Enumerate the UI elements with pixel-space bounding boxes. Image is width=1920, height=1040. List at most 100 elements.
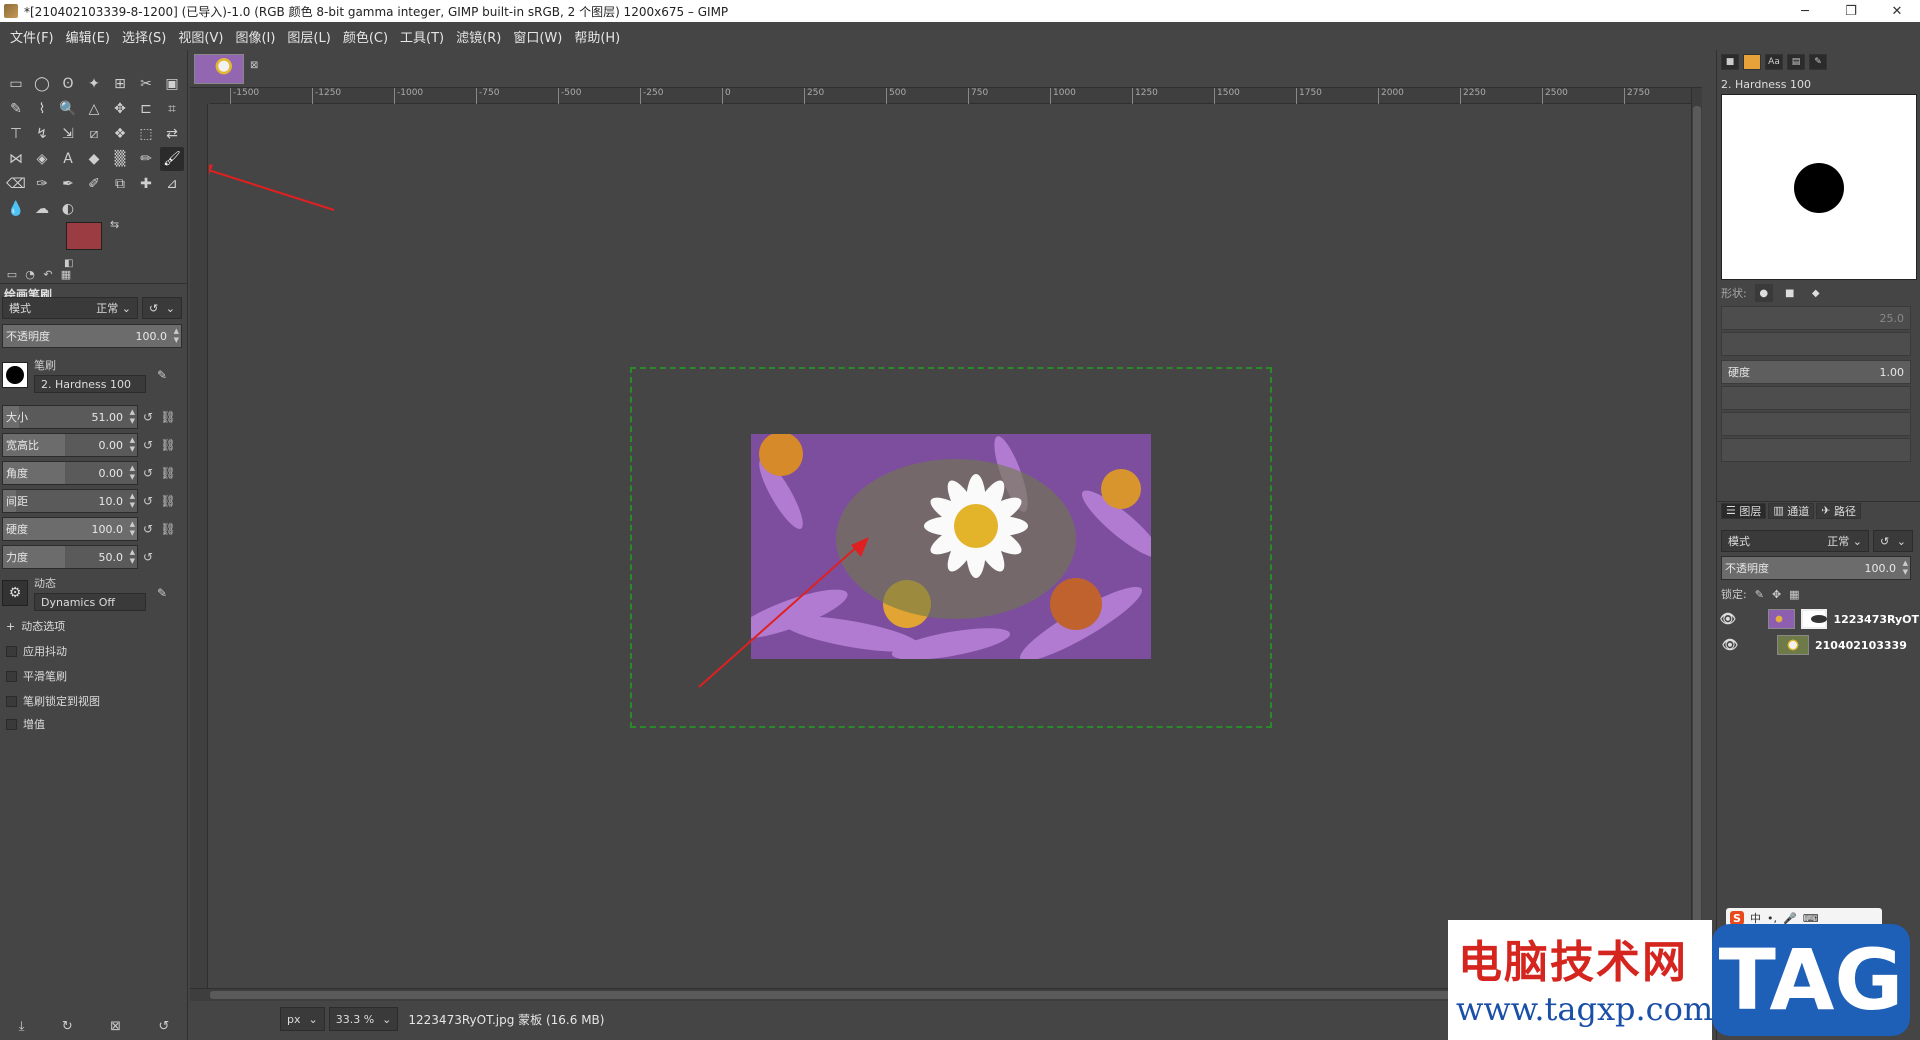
- reset-spacing-icon[interactable]: ↺: [138, 489, 158, 513]
- cage-tool-icon[interactable]: ❖: [108, 122, 132, 146]
- restore-options-icon[interactable]: ↻: [62, 1019, 73, 1034]
- heal-tool-icon[interactable]: ✚: [134, 172, 158, 196]
- force-spin[interactable]: 力度 50.0 ▲ ▼: [2, 545, 138, 569]
- eraser-tool-icon[interactable]: ⌫: [4, 172, 28, 196]
- handle-transform-tool-icon[interactable]: ⇲: [56, 122, 80, 146]
- hardness-editor-spin[interactable]: 硬度 1.00: [1721, 360, 1911, 384]
- shear-tool-icon[interactable]: ⧄: [82, 122, 106, 146]
- paintbrush-tool-icon[interactable]: 🖌: [160, 147, 184, 171]
- incremental-checkbox[interactable]: [6, 718, 17, 730]
- mypaint-tool-icon[interactable]: ✐: [82, 172, 106, 196]
- fonts-tab-icon[interactable]: Aa: [1765, 54, 1783, 70]
- fill-tool-icon[interactable]: ◆: [82, 147, 106, 171]
- rect-select-tool-icon[interactable]: ▭: [4, 72, 28, 96]
- layer-opacity-spin[interactable]: 不透明度 100.0 ▲ ▼: [1721, 556, 1911, 580]
- link-size-icon[interactable]: ⛓: [158, 405, 178, 429]
- brush-name-field[interactable]: 2. Hardness 100: [34, 375, 146, 393]
- spin-arrows-icon[interactable]: ▲ ▼: [130, 520, 135, 538]
- visibility-eye-icon[interactable]: 👁: [1719, 612, 1737, 627]
- link-spacing-icon[interactable]: ⛓: [158, 489, 178, 513]
- spin-arrows-icon[interactable]: ▲ ▼: [130, 408, 135, 426]
- minimize-button[interactable]: ─: [1782, 0, 1828, 22]
- layer-row[interactable]: 👁 1223473RyOT: [1719, 608, 1919, 630]
- reset-options-icon[interactable]: ↺: [158, 1019, 169, 1034]
- tool-options-tab-icon[interactable]: ▭: [4, 268, 20, 282]
- reset-force-icon[interactable]: ↺: [138, 545, 158, 569]
- visibility-eye-icon[interactable]: 👁: [1719, 638, 1741, 653]
- scissors-select-tool-icon[interactable]: ✂: [134, 72, 158, 96]
- close-icon[interactable]: ⊠: [250, 60, 264, 74]
- menu-help[interactable]: 帮助(H): [568, 27, 626, 46]
- delete-options-icon[interactable]: ⊠: [110, 1019, 121, 1034]
- apply-jitter-checkbox[interactable]: [6, 645, 17, 657]
- select-by-color-tool-icon[interactable]: ⊞: [108, 72, 132, 96]
- layer-row[interactable]: 👁 210402103339: [1719, 634, 1919, 656]
- fuzzy-select-tool-icon[interactable]: ✦: [82, 72, 106, 96]
- gegl-tool-icon[interactable]: ⋈: [4, 147, 28, 171]
- link-angle-icon[interactable]: ⛓: [158, 461, 178, 485]
- dynamics-options-row[interactable]: + 动态选项: [6, 617, 65, 635]
- spin-arrows-icon[interactable]: ▲ ▼: [130, 548, 135, 566]
- link-aspect-icon[interactable]: ⛓: [158, 433, 178, 457]
- menu-view[interactable]: 视图(V): [172, 27, 229, 46]
- spikes-spin[interactable]: [1721, 332, 1911, 356]
- maximize-button[interactable]: ❐: [1828, 0, 1874, 22]
- menu-select[interactable]: 选择(S): [116, 27, 172, 46]
- spacing-editor-spin[interactable]: [1721, 438, 1911, 462]
- reset-size-icon[interactable]: ↺: [138, 405, 158, 429]
- paths-tool-icon[interactable]: ✎: [4, 97, 28, 121]
- crop-tool-icon[interactable]: ⌗: [160, 97, 184, 121]
- ellipse-select-tool-icon[interactable]: ◯: [30, 72, 54, 96]
- menu-edit[interactable]: 编辑(E): [60, 27, 116, 46]
- lock-pixels-icon[interactable]: ✎: [1755, 588, 1764, 601]
- clone-tool-icon[interactable]: ⧉: [108, 172, 132, 196]
- dynamics-preview[interactable]: ⚙: [2, 580, 28, 606]
- foreground-color-swatch[interactable]: [66, 222, 102, 250]
- menu-colors[interactable]: 颜色(C): [337, 27, 394, 46]
- unified-transform-tool-icon[interactable]: ⊤: [4, 122, 28, 146]
- undo-history-tab-icon[interactable]: ↶: [40, 268, 56, 282]
- zoom-tool-icon[interactable]: 🔍: [56, 97, 80, 121]
- color-picker-tool-icon[interactable]: ⌇: [30, 97, 54, 121]
- apply-jitter-row[interactable]: 应用抖动: [6, 642, 67, 660]
- warp-tool-icon[interactable]: ↯: [30, 122, 54, 146]
- tab-channels[interactable]: ▥ 通道: [1768, 502, 1815, 519]
- mode-combo[interactable]: 模式 正常 ⌄: [2, 297, 138, 319]
- gradient-tool-icon[interactable]: ▒: [108, 147, 132, 171]
- lock-brush-checkbox[interactable]: [6, 695, 17, 707]
- mode-reset-combo[interactable]: ↺ ⌄: [142, 297, 182, 319]
- spin-arrows-icon[interactable]: ▲ ▼: [130, 436, 135, 454]
- dynamics-field[interactable]: Dynamics Off: [34, 593, 146, 611]
- device-status-tab-icon[interactable]: ◔: [22, 268, 38, 282]
- blur-tool-icon[interactable]: 💧: [4, 197, 28, 221]
- smudge-tool-icon[interactable]: ☁: [30, 197, 54, 221]
- menu-layer[interactable]: 图层(L): [281, 27, 336, 46]
- diamond-shape-icon[interactable]: ◆: [1807, 284, 1825, 302]
- canvas-area[interactable]: [209, 105, 1691, 988]
- aspect-spin[interactable]: 宽高比 0.00 ▲ ▼: [2, 433, 138, 457]
- tab-layers[interactable]: ☰ 图层: [1721, 502, 1767, 519]
- horizontal-ruler[interactable]: -1500 -1250 -1000 -750 -500 -250 0 250 500 750 100…: [210, 88, 1692, 104]
- layer-name[interactable]: 1223473RyOT: [1833, 613, 1919, 626]
- zoom-combo[interactable]: 33.3 % ⌄: [328, 1007, 399, 1031]
- reset-angle-icon[interactable]: ↺: [138, 461, 158, 485]
- ink-tool-icon[interactable]: ✒: [56, 172, 80, 196]
- tab-paths[interactable]: ✈ 路径: [1816, 502, 1861, 519]
- brush-preview[interactable]: [2, 362, 28, 388]
- gradients-tab-icon[interactable]: ▤: [1787, 54, 1805, 70]
- spin-arrows-icon[interactable]: ▲ ▼: [130, 492, 135, 510]
- perspective-clone-tool-icon[interactable]: ⊿: [160, 172, 184, 196]
- pencil-tool-icon[interactable]: ✏: [134, 147, 158, 171]
- menu-windows[interactable]: 窗口(W): [507, 27, 568, 46]
- text-tool-icon[interactable]: A: [56, 147, 80, 171]
- brush-editor-tab-icon[interactable]: ✎: [1809, 54, 1827, 70]
- radius-spin[interactable]: 25.0: [1721, 306, 1911, 330]
- layer-thumbnail[interactable]: [1777, 635, 1809, 655]
- spin-arrows-icon[interactable]: ▲ ▼: [130, 464, 135, 482]
- close-button[interactable]: ✕: [1874, 0, 1920, 22]
- menu-filters[interactable]: 滤镜(R): [450, 27, 507, 46]
- menu-tools[interactable]: 工具(T): [394, 27, 450, 46]
- spin-arrows-icon[interactable]: ▲ ▼: [1903, 559, 1908, 577]
- align-tool-icon[interactable]: ⊏: [134, 97, 158, 121]
- swap-colors-icon[interactable]: ⇆: [110, 218, 119, 231]
